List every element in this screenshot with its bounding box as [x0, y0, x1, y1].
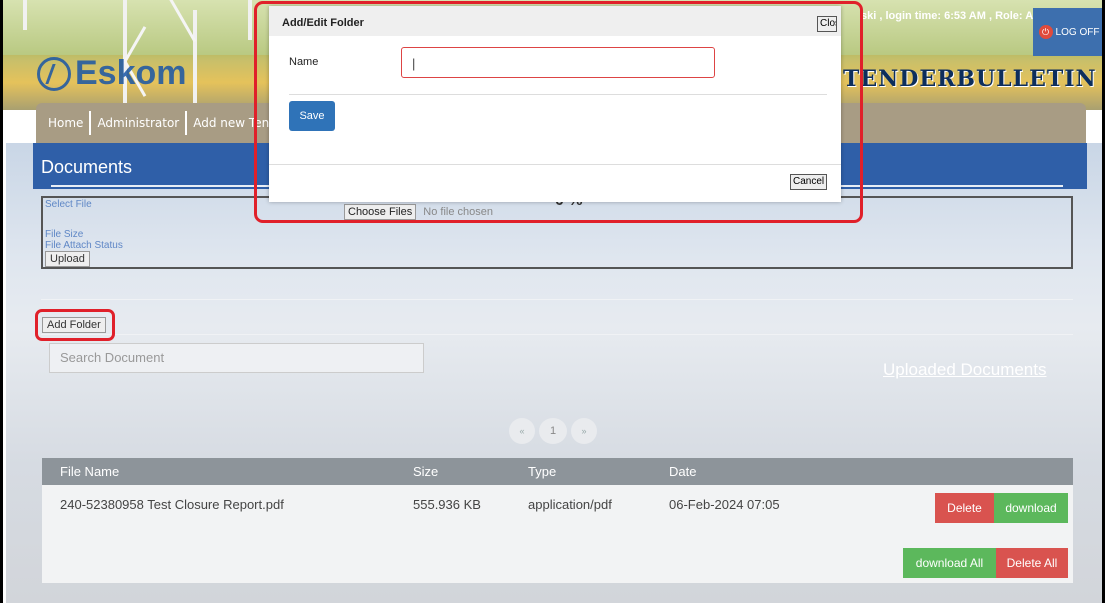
highlight-ring-add-folder	[35, 309, 115, 341]
pagination-prev-button[interactable]: «	[509, 418, 535, 444]
file-size-label: File Size	[45, 229, 84, 240]
pagination: « 1 »	[509, 418, 597, 444]
uploaded-documents-link[interactable]: Uploaded Documents	[883, 360, 1046, 380]
cell-type: application/pdf	[528, 497, 612, 512]
divider	[41, 334, 1073, 335]
file-attach-status-label: File Attach Status	[45, 240, 123, 251]
search-input[interactable]: Search Document	[49, 343, 424, 373]
table-row: 240-52380958 Test Closure Report.pdf 555…	[42, 485, 1073, 525]
site-title: TENDERBULLETIN	[843, 66, 1097, 92]
table-header: File Name Size Type Date	[42, 458, 1073, 485]
nav-home[interactable]: Home	[42, 111, 92, 135]
pagination-page-button[interactable]: 1	[539, 418, 567, 444]
upload-button[interactable]: Upload	[45, 251, 90, 267]
divider	[41, 299, 1073, 300]
wind-turbine	[23, 0, 27, 30]
page-frame: Eskom TENDERBULLETIN ski , login time: 6…	[0, 0, 1105, 603]
pagination-next-button[interactable]: »	[571, 418, 597, 444]
download-button[interactable]: download	[994, 493, 1068, 523]
eskom-logo-icon	[37, 56, 71, 91]
download-all-button[interactable]: download All	[903, 548, 996, 578]
column-header-date: Date	[669, 464, 697, 479]
cell-size: 555.936 KB	[413, 497, 481, 512]
delete-button[interactable]: Delete	[935, 493, 994, 523]
wind-turbine	[248, 0, 252, 40]
wind-turbine	[193, 10, 197, 105]
eskom-logo: Eskom	[37, 54, 187, 93]
power-icon: ⏻	[1038, 25, 1053, 39]
logoff-button[interactable]: ⏻ LOG OFF	[1033, 8, 1102, 56]
select-file-label: Select File	[45, 199, 92, 210]
cell-file-name: 240-52380958 Test Closure Report.pdf	[60, 497, 284, 512]
nav-administrator[interactable]: Administrator	[91, 111, 188, 135]
documents-table: File Name Size Type Date 240-52380958 Te…	[42, 458, 1073, 583]
delete-all-button[interactable]: Delete All	[996, 548, 1068, 578]
logoff-label: LOG OFF	[1055, 26, 1100, 38]
column-header-size: Size	[413, 464, 439, 479]
column-header-file-name: File Name	[60, 464, 120, 479]
logo-text: Eskom	[75, 54, 187, 92]
highlight-ring-dialog	[254, 1, 863, 223]
column-header-type: Type	[528, 464, 557, 479]
user-info: ski , login time: 6:53 AM , Role: Admin	[861, 10, 1060, 22]
cell-date: 06-Feb-2024 07:05	[669, 497, 780, 512]
